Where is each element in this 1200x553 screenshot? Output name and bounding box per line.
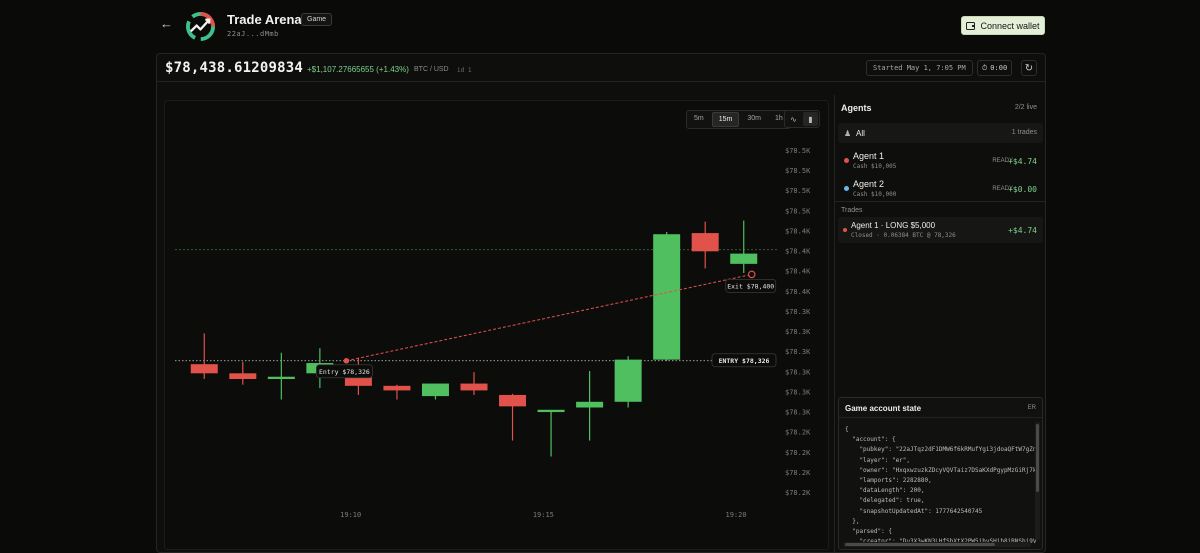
refresh-icon: ↻ xyxy=(1024,62,1034,74)
trade-pnl: +$4.74 xyxy=(1008,226,1037,235)
game-address: 22aJ...dMmb xyxy=(227,30,279,38)
candle-body xyxy=(499,394,527,407)
trading-pair: BTC / USD xyxy=(414,66,449,73)
account-state-title: Game account state xyxy=(845,404,922,413)
refresh-button[interactable]: ↻ xyxy=(1021,60,1037,76)
chart-type-selector: ∿ ▮ xyxy=(784,110,820,128)
y-tick-label: $78.2K xyxy=(785,469,811,477)
current-price: $78,438.61209834 xyxy=(165,60,304,76)
y-tick-label: $78.3K xyxy=(785,308,811,316)
back-arrow-icon[interactable]: ← xyxy=(160,17,174,31)
agents-panel: Agents 2/2 live ♟ All 1 trades Agent 1 C… xyxy=(834,95,1045,552)
y-tick-label: $78.4K xyxy=(785,288,811,296)
candle-body xyxy=(267,376,295,379)
agent-name: Agent 2 xyxy=(853,179,885,189)
agent-cash: Cash $10,000 xyxy=(853,191,897,198)
vertical-scrollbar[interactable] xyxy=(1035,422,1040,540)
account-layer-badge: ER xyxy=(1027,405,1036,411)
wallet-icon xyxy=(966,21,976,30)
candlestick-chart: $78.5K $78.5K $78.5K $78.5K $78.4K $78.4K $78.… xyxy=(175,147,811,519)
candle-body xyxy=(383,385,411,391)
agent-filter-all[interactable]: ♟ All 1 trades xyxy=(838,123,1043,143)
trade-title: Agent 1 · LONG $5,000 xyxy=(851,221,936,230)
candle-body xyxy=(537,409,565,413)
all-trade-count: 1 trades xyxy=(1011,129,1037,136)
y-tick-label: $78.3K xyxy=(785,409,811,417)
line-chart-icon[interactable]: ∿ xyxy=(786,112,801,126)
all-label: All xyxy=(856,129,865,138)
trade-line xyxy=(346,273,752,362)
trade-arena-logo xyxy=(185,11,216,42)
price-change: +$1,107.27665655 (+1.43%) xyxy=(307,65,409,74)
agents-live-count: 2/2 live xyxy=(1014,104,1037,111)
connect-wallet-button[interactable]: Connect wallet xyxy=(961,16,1045,35)
timer-value: 0:00 xyxy=(990,64,1008,72)
game-badge: Game xyxy=(301,13,333,26)
account-state-header: Game account state ER xyxy=(839,398,1042,418)
agent-pnl: +$4.74 xyxy=(1008,157,1037,166)
y-tick-label: $78.5K xyxy=(785,207,811,215)
x-tick-label: 19:10 xyxy=(340,511,361,519)
candle-body xyxy=(730,253,758,264)
x-tick-label: 19:15 xyxy=(533,511,554,519)
x-tick-label: 19:20 xyxy=(725,511,746,519)
connect-wallet-label: Connect wallet xyxy=(980,20,1040,31)
candle-chart-icon[interactable]: ▮ xyxy=(803,112,818,126)
game-timer: ⏱ 0:00 xyxy=(977,60,1012,76)
candle-body xyxy=(576,401,604,408)
app-header: ← Trade Arena Game 22aJ...dMmb Connect w… xyxy=(156,0,1046,52)
trade-item[interactable]: Agent 1 · LONG $5,000 Closed · 0.06384 B… xyxy=(838,217,1043,243)
candle-body xyxy=(421,383,449,397)
agent-row-1[interactable]: Agent 1 Cash $10,005 READY +$4.74 xyxy=(838,147,1043,173)
entry-marker xyxy=(343,357,350,364)
timeframe-5m[interactable]: 5m xyxy=(688,112,710,127)
game-account-state-panel: Game account state ER { "account": { "pu… xyxy=(838,397,1043,550)
candle-body xyxy=(691,233,719,252)
y-tick-label: $78.4K xyxy=(785,248,811,256)
agent-color-dot xyxy=(844,186,849,191)
users-icon: ♟ xyxy=(844,129,852,138)
timeframe-selector: 5m 15m 30m 1h xyxy=(686,110,791,129)
y-tick-label: $78.3K xyxy=(785,368,811,376)
y-tick-label: $78.5K xyxy=(785,187,811,195)
candle-body xyxy=(460,383,488,391)
y-tick-label: $78.4K xyxy=(785,268,811,276)
game-frame: $78,438.61209834 +$1,107.27665655 (+1.43… xyxy=(156,53,1046,553)
y-tick-label: $78.4K xyxy=(785,227,811,235)
candle-body xyxy=(229,373,257,379)
agent-pnl: +$0.00 xyxy=(1008,185,1037,194)
entry-tag: ENTRY $78,326 xyxy=(719,357,770,365)
stopwatch-icon: ⏱ xyxy=(981,63,988,72)
y-tick-label: $78.5K xyxy=(785,167,811,175)
candle-body xyxy=(614,359,642,402)
started-time: Started May 1, 7:05 PM xyxy=(866,60,973,76)
agent-cash: Cash $10,005 xyxy=(853,163,897,170)
candle-body xyxy=(190,364,218,374)
entry-tooltip: Entry $78,326 xyxy=(319,368,370,376)
pair-id: id 1 xyxy=(457,67,472,74)
y-tick-label: $78.5K xyxy=(785,147,811,155)
agent-row-2[interactable]: Agent 2 Cash $10,000 READY +$0.00 xyxy=(838,175,1043,201)
y-tick-label: $78.2K xyxy=(785,429,811,437)
price-bar: $78,438.61209834 +$1,107.27665655 (+1.43… xyxy=(157,54,1045,82)
price-chart[interactable]: $78.5K $78.5K $78.5K $78.5K $78.4K $78.4K $78.… xyxy=(164,100,829,550)
y-tick-label: $78.3K xyxy=(785,388,811,396)
account-state-json: { "account": { "pubkey": "22aJTqz2dF1DMW… xyxy=(845,426,1037,545)
exit-tooltip: Exit $78,400 xyxy=(727,282,774,290)
y-tick-label: $78.3K xyxy=(785,348,811,356)
agents-title: Agents xyxy=(841,103,872,113)
y-tick-label: $78.2K xyxy=(785,449,811,457)
timeframe-30m[interactable]: 30m xyxy=(741,112,767,127)
exit-marker xyxy=(747,270,756,279)
horizontal-scrollbar[interactable] xyxy=(843,542,1031,547)
y-tick-label: $78.2K xyxy=(785,489,811,497)
y-tick-label: $78.3K xyxy=(785,328,811,336)
app-title: Trade Arena xyxy=(227,12,302,27)
trade-summary: Closed · 0.06384 BTC @ 78,326 xyxy=(851,232,956,239)
agent-color-dot xyxy=(844,158,849,163)
candle-body xyxy=(653,234,681,360)
timeframe-15m[interactable]: 15m xyxy=(711,112,740,127)
trade-color-dot xyxy=(843,228,847,232)
agent-name: Agent 1 xyxy=(853,151,885,161)
